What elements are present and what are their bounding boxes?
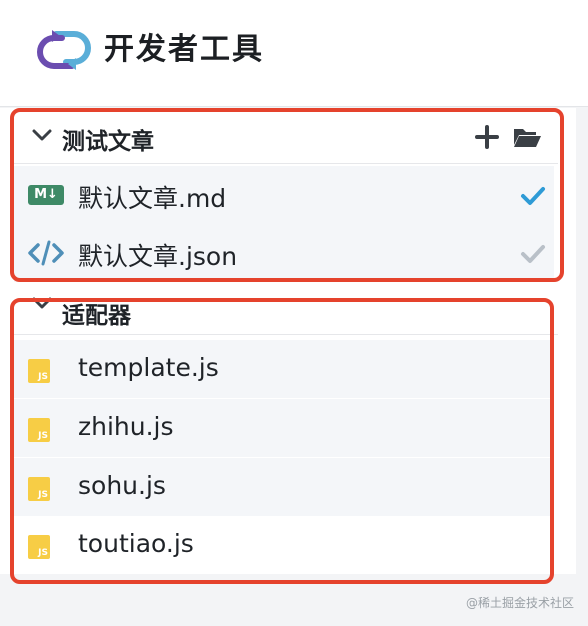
list-item-label: template.js [78, 353, 219, 382]
js-file-icon: JS [28, 418, 50, 442]
check-icon-active [521, 187, 545, 205]
list-item-label: sohu.js [78, 471, 166, 500]
list-item-label: zhihu.js [78, 412, 174, 441]
plus-icon[interactable] [474, 125, 500, 149]
chevron-down-icon [32, 297, 52, 309]
app-header: 开发者工具 [0, 0, 588, 107]
list-item-default-md[interactable]: M↓ 默认文章.md [14, 166, 554, 224]
section-title: 适配器 [62, 303, 131, 329]
folder-open-icon[interactable] [512, 125, 542, 149]
check-icon-inactive [521, 245, 545, 263]
list-item-toutiao-js[interactable]: JS toutiao.js [14, 516, 554, 574]
list-item-label: 默认文章.md [78, 184, 227, 213]
list-item-label: toutiao.js [78, 529, 194, 558]
markdown-icon: M↓ [28, 185, 64, 205]
app-title: 开发者工具 [104, 32, 264, 67]
code-icon [28, 240, 64, 266]
section-header-test-articles[interactable]: 测试文章 [14, 111, 558, 164]
js-file-icon: JS [28, 359, 50, 383]
chevron-down-icon [32, 129, 52, 141]
section-header-adapters[interactable]: 适配器 [14, 284, 558, 335]
js-file-icon: JS [28, 477, 50, 501]
watermark: @稀土掘金技术社区 [465, 596, 574, 610]
list-item-sohu-js[interactable]: JS sohu.js [14, 458, 554, 516]
list-item-default-json[interactable]: 默认文章.json [14, 224, 554, 282]
js-file-icon: JS [28, 535, 50, 559]
list-item-label: 默认文章.json [78, 242, 238, 271]
list-item-template-js[interactable]: JS template.js [14, 340, 554, 398]
sync-loop-logo-icon [37, 30, 91, 70]
section-title: 测试文章 [62, 129, 154, 155]
list-item-zhihu-js[interactable]: JS zhihu.js [14, 399, 554, 457]
